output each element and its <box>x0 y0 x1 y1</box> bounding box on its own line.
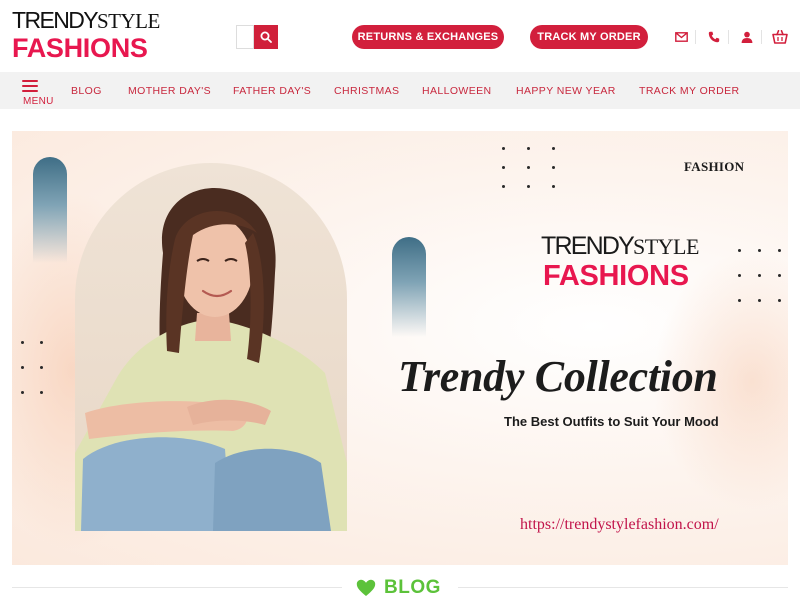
nav-item-happy-new-year[interactable]: HAPPY NEW YEAR <box>516 85 616 97</box>
hero-banner[interactable]: FASHION TRENDYSTYLE FASHIONS Trendy Coll… <box>12 131 788 565</box>
cart-icon[interactable] <box>771 28 789 46</box>
blog-heading-label: BLOG <box>384 577 441 598</box>
hero-tag: FASHION <box>684 159 745 174</box>
model-photo <box>75 163 347 531</box>
hamburger-icon <box>22 80 38 95</box>
hero-subtitle: The Best Outfits to Suit Your Mood <box>504 414 719 429</box>
menu-button[interactable]: MENU <box>20 78 56 107</box>
phone-icon[interactable] <box>705 28 723 46</box>
main-navigation: MENU BLOG MOTHER DAY'S FATHER DAY'S CHRI… <box>0 72 800 109</box>
nav-item-halloween[interactable]: HALLOWEEN <box>422 85 492 97</box>
hero-logo-top: TRENDYSTYLE <box>541 232 699 260</box>
nav-item-fathers-day[interactable]: FATHER DAY'S <box>233 85 311 97</box>
site-header: TRENDYSTYLE FASHIONS RETURNS & EXCHANGES… <box>0 0 800 72</box>
decorative-dot-grid <box>21 341 43 394</box>
header-divider <box>761 30 762 44</box>
nav-item-track-my-order[interactable]: TRACK MY ORDER <box>639 85 740 97</box>
search-icon <box>260 31 272 43</box>
decorative-pill-shape <box>33 157 67 263</box>
search-input[interactable] <box>236 25 254 49</box>
decorative-dot-grid <box>502 147 555 188</box>
page: TRENDYSTYLE FASHIONS RETURNS & EXCHANGES… <box>0 0 800 600</box>
hero-title: Trendy Collection <box>398 352 718 401</box>
nav-item-blog[interactable]: BLOG <box>71 85 102 97</box>
section-divider <box>12 587 342 588</box>
header-divider <box>728 30 729 44</box>
track-order-button[interactable]: TRACK MY ORDER <box>530 25 648 49</box>
logo-wordmark-bottom: FASHIONS <box>12 33 148 63</box>
nav-item-christmas[interactable]: CHRISTMAS <box>334 85 399 97</box>
blog-section-heading: BLOG <box>356 577 441 599</box>
decorative-dot-grid <box>738 249 781 302</box>
hero-logo-bottom: FASHIONS <box>543 260 689 292</box>
site-logo[interactable]: TRENDYSTYLE FASHIONS <box>12 6 182 66</box>
hero-url-link[interactable]: https://trendystylefashion.com/ <box>520 516 719 534</box>
decorative-pill-shape <box>392 237 426 337</box>
user-account-icon[interactable] <box>738 28 756 46</box>
section-divider <box>458 587 788 588</box>
logo-wordmark-top: TRENDYSTYLE <box>12 7 160 33</box>
returns-exchanges-button[interactable]: RETURNS & EXCHANGES <box>352 25 504 49</box>
menu-label: MENU <box>23 96 54 107</box>
header-divider <box>695 30 696 44</box>
search-button[interactable] <box>254 25 278 49</box>
nav-item-mothers-day[interactable]: MOTHER DAY'S <box>128 85 211 97</box>
mail-icon[interactable] <box>672 28 690 46</box>
heart-icon <box>356 579 376 596</box>
